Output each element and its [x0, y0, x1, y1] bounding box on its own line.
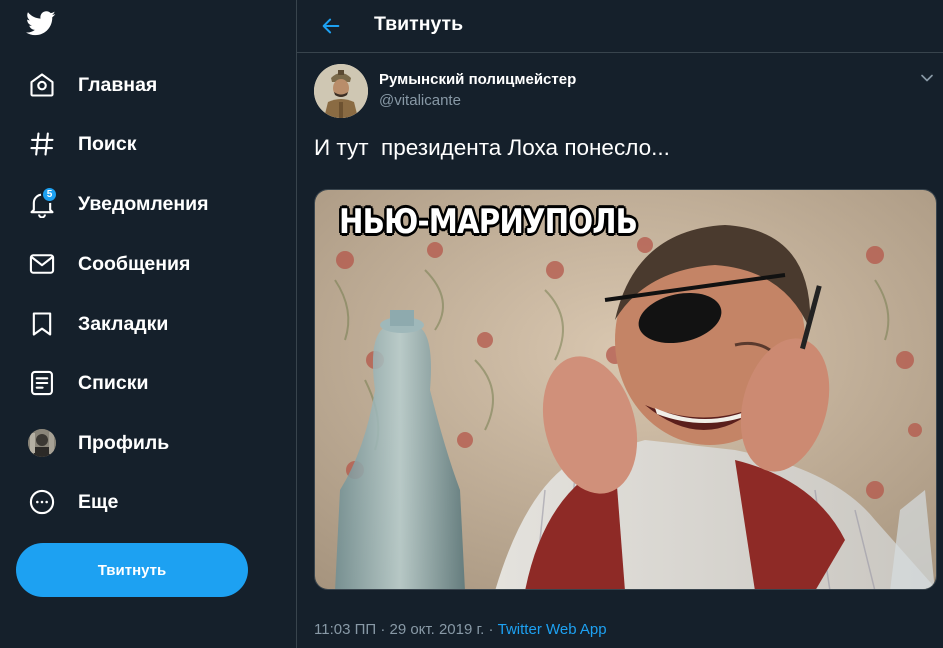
sidebar-item-label: Главная: [78, 73, 158, 96]
twitter-bird-icon[interactable]: [24, 8, 60, 40]
chevron-down-icon[interactable]: [917, 68, 941, 88]
tweet-button[interactable]: Твитнуть: [16, 543, 248, 597]
sidebar-item-label: Сообщения: [78, 252, 191, 275]
meme-caption: НЬЮ-МАРИУПОЛЬ: [339, 202, 638, 242]
bookmark-icon: [26, 308, 58, 340]
more-circle-icon: [26, 486, 58, 518]
back-button[interactable]: [315, 10, 347, 42]
home-icon: [26, 69, 58, 101]
sidebar-item-label: Еще: [78, 490, 119, 513]
avatar-icon: [26, 427, 58, 459]
notification-badge: 5: [41, 186, 58, 203]
column-divider: [296, 0, 297, 648]
sidebar-item-profile[interactable]: Профиль: [26, 423, 169, 463]
author-avatar[interactable]: [314, 64, 368, 118]
tweet-source-link[interactable]: Twitter Web App: [498, 621, 607, 638]
sidebar-item-label: Поиск: [78, 132, 137, 155]
page-header: Твитнуть: [297, 0, 943, 53]
sidebar-item-label: Профиль: [78, 431, 170, 454]
tweet-timestamp: 11:03 ПП · 29 окт. 2019 г. · Twitter Web…: [314, 621, 607, 638]
bell-icon: 5: [26, 186, 58, 220]
sidebar-item-label: Закладки: [78, 312, 169, 335]
sidebar-item-label: Списки: [78, 371, 149, 394]
author-handle[interactable]: @vitalicante: [379, 92, 461, 109]
sidebar-item-search[interactable]: Поиск: [26, 124, 137, 164]
envelope-icon: [26, 248, 58, 280]
sidebar-item-bookmarks[interactable]: Закладки: [26, 304, 168, 344]
arrow-left-icon: [322, 18, 340, 34]
sidebar-item-more[interactable]: Еще: [26, 482, 118, 522]
sidebar-item-label: Уведомления: [78, 192, 209, 215]
list-icon: [26, 367, 58, 399]
tweet-media-image[interactable]: НЬЮ-МАРИУПОЛЬ: [314, 189, 937, 590]
meme-photo: [315, 190, 936, 589]
author-display-name[interactable]: Румынский полицмейстер: [379, 71, 576, 88]
tweet-time-date[interactable]: 11:03 ПП · 29 окт. 2019 г. ·: [314, 621, 498, 638]
hashtag-icon: [26, 128, 58, 160]
sidebar-item-lists[interactable]: Списки: [26, 363, 148, 403]
sidebar: Главная Поиск 5 Уведомления Сообщения За…: [0, 0, 297, 648]
sidebar-item-notifications[interactable]: 5 Уведомления: [26, 184, 209, 224]
tweet-text: И тут президента Лоха понесло...: [314, 135, 670, 160]
sidebar-item-messages[interactable]: Сообщения: [26, 244, 190, 284]
sidebar-item-home[interactable]: Главная: [26, 65, 157, 105]
page-title: Твитнуть: [374, 13, 464, 35]
